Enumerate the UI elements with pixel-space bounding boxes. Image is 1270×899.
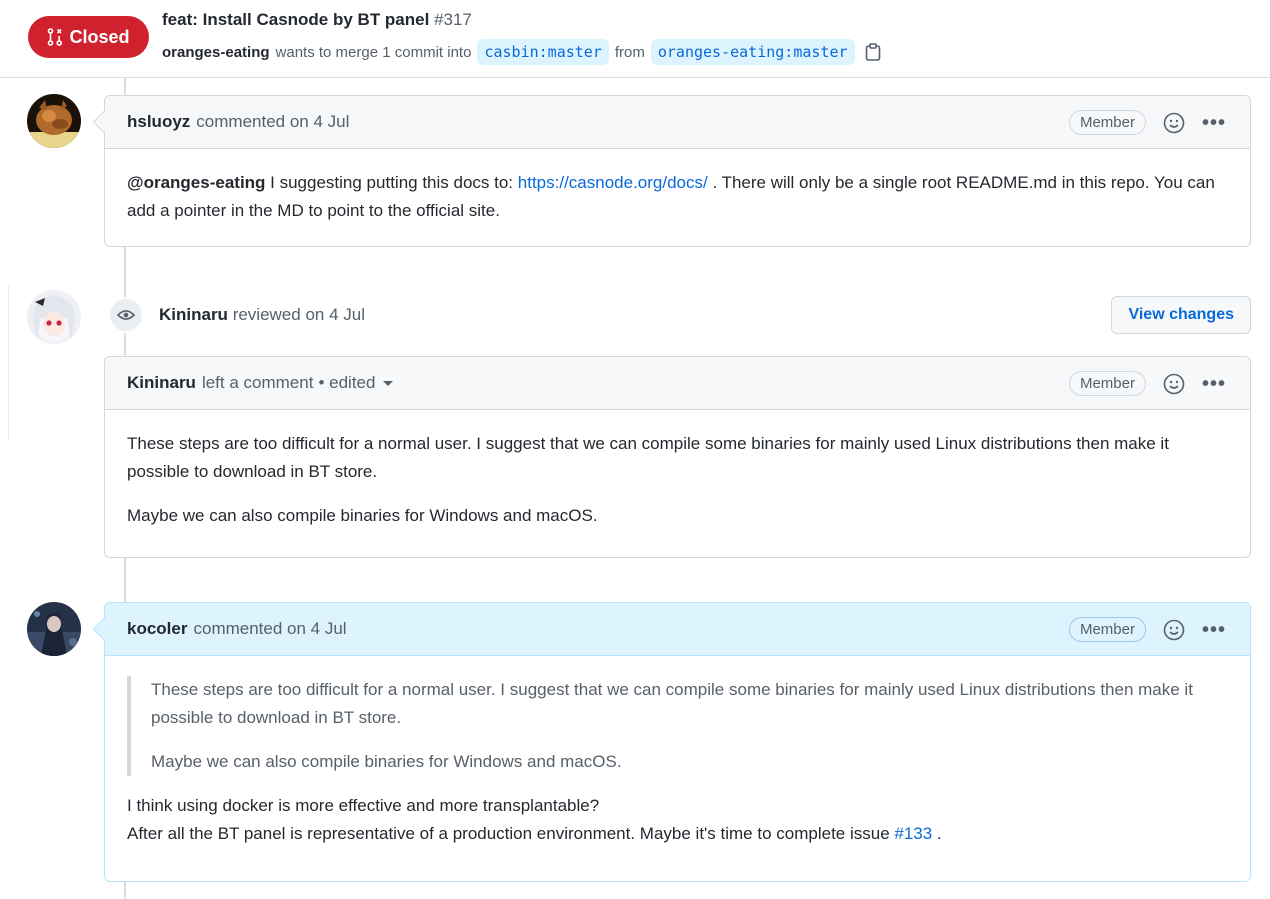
kebab-horizontal-icon[interactable]: •••	[1202, 620, 1226, 640]
smiley-icon[interactable]	[1162, 618, 1186, 642]
comment-timestamp[interactable]: commented on 4 Jul	[196, 112, 349, 132]
pr-state-badge: Closed	[28, 16, 149, 58]
issue-link[interactable]: #133	[894, 824, 932, 843]
base-branch[interactable]: casbin:master	[477, 39, 609, 65]
comment-text: I suggesting putting this docs to:	[265, 173, 518, 192]
copy-icon[interactable]	[863, 42, 883, 62]
comment-author[interactable]: hsluoyz	[127, 112, 190, 132]
pr-author-link[interactable]: oranges-eating	[162, 44, 270, 61]
review-event: Kininaru reviewed on 4 Jul View changes	[108, 295, 1251, 335]
user-mention[interactable]: @oranges-eating	[127, 173, 265, 192]
member-badge: Member	[1068, 617, 1146, 642]
docs-link[interactable]: https://casnode.org/docs/	[518, 173, 708, 192]
comment-body: These steps are too difficult for a norm…	[105, 410, 1250, 550]
comment-kocoler: kocoler commented on 4 Jul Member ••• Th…	[92, 602, 1251, 882]
comment-line-end: .	[932, 824, 942, 843]
pr-state-label: Closed	[69, 26, 130, 47]
review-text: Kininaru reviewed on 4 Jul	[159, 305, 365, 325]
comment-paragraph: These steps are too difficult for a norm…	[127, 434, 1169, 481]
comment-text-block: I think using docker is more effective a…	[127, 792, 1228, 848]
comment-timestamp[interactable]: commented on 4 Jul	[193, 619, 346, 639]
comment-line-text: After all the BT panel is representative…	[127, 824, 895, 843]
eye-icon	[108, 297, 144, 333]
comment-author[interactable]: kocoler	[127, 619, 187, 639]
comment-kininaru: Kininaru left a comment • edited Member …	[104, 356, 1251, 558]
comment-hsluoyz: hsluoyz commented on 4 Jul Member ••• @o…	[92, 95, 1251, 247]
edited-label: • edited	[318, 373, 376, 392]
quote-paragraph: Maybe we can also compile binaries for W…	[151, 752, 622, 771]
pr-number: #317	[434, 10, 472, 29]
member-badge: Member	[1068, 371, 1146, 396]
smiley-icon[interactable]	[1162, 372, 1186, 396]
comment-line: I think using docker is more effective a…	[127, 796, 600, 815]
blockquote: These steps are too difficult for a norm…	[127, 676, 1228, 776]
comment-header-actions: Member •••	[1068, 603, 1226, 656]
pr-merge-text: wants to merge 1 commit into	[275, 43, 472, 61]
kebab-horizontal-icon[interactable]: •••	[1202, 374, 1226, 394]
pr-title: feat: Install Casnode by BT panel #317	[162, 10, 472, 30]
quote-paragraph: These steps are too difficult for a norm…	[151, 680, 1193, 727]
comment-header: kocoler commented on 4 Jul Member •••	[105, 603, 1250, 656]
edited-dropdown[interactable]: • edited	[318, 373, 394, 393]
avatar-kocoler[interactable]	[27, 602, 81, 656]
avatar-hsluoyz[interactable]	[27, 94, 81, 148]
pr-from-text: from	[614, 43, 645, 61]
comment-header: Kininaru left a comment • edited Member …	[105, 357, 1250, 410]
comment-header-actions: Member •••	[1068, 357, 1226, 410]
member-badge: Member	[1068, 110, 1146, 135]
review-timestamp[interactable]: reviewed on 4 Jul	[233, 305, 365, 324]
review-author[interactable]: Kininaru	[159, 305, 228, 324]
comment-body: @oranges-eating I suggesting putting thi…	[105, 149, 1250, 245]
pr-meta: oranges-eating wants to merge 1 commit i…	[162, 37, 883, 67]
timeline-divider	[8, 285, 9, 440]
comment-action: left a comment	[201, 373, 314, 392]
head-branch[interactable]: oranges-eating:master	[650, 39, 855, 65]
comment-paragraph: Maybe we can also compile binaries for W…	[127, 506, 598, 525]
comment-body: These steps are too difficult for a norm…	[105, 656, 1250, 868]
pr-header: Closed feat: Install Casnode by BT panel…	[0, 0, 1270, 78]
pr-title-text: feat: Install Casnode by BT panel	[162, 10, 430, 29]
comment-author[interactable]: Kininaru	[127, 373, 196, 393]
view-changes-button[interactable]: View changes	[1111, 296, 1251, 334]
smiley-icon[interactable]	[1162, 111, 1186, 135]
kebab-horizontal-icon[interactable]: •••	[1202, 113, 1226, 133]
chevron-down-icon	[383, 381, 394, 387]
avatar-kininaru[interactable]	[27, 290, 81, 344]
comment-line: After all the BT panel is representative…	[127, 820, 1228, 848]
comment-header: hsluoyz commented on 4 Jul Member •••	[105, 96, 1250, 149]
comment-header-actions: Member •••	[1068, 96, 1226, 149]
git-pull-request-closed-icon	[47, 28, 63, 46]
